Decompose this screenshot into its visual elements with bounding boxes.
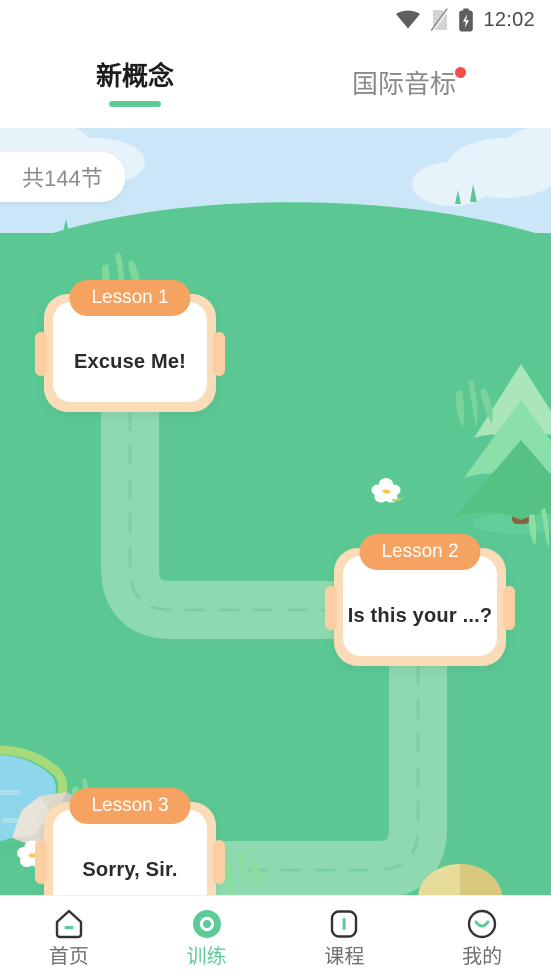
course-icon <box>331 910 358 938</box>
lesson-card-2-ear-left <box>325 586 337 630</box>
lesson-card-3-ear-left <box>35 840 47 884</box>
lesson-card-2-frame: Is this your ...? Lesson 2 <box>325 534 515 666</box>
lesson-card-1-pill: Lesson 1 <box>69 280 191 316</box>
app-root: 12:02 新概念 国际音标 共144节 Excuse Me! Lesson 1… <box>0 0 551 979</box>
lesson-card-3-pill: Lesson 3 <box>69 788 191 824</box>
nav-item-training[interactable]: 训练 <box>138 907 276 968</box>
sim-off-icon <box>430 8 450 32</box>
scene-background-art <box>0 128 551 895</box>
home-icon <box>55 909 83 939</box>
nav-item-profile-label: 我的 <box>462 946 503 968</box>
lesson-map-scene: 共144节 Excuse Me! Lesson 1 Is this your .… <box>0 128 551 895</box>
nav-item-home-label: 首页 <box>48 946 89 968</box>
training-icon <box>192 910 221 938</box>
lesson-card-2-title: Is this your ...? <box>347 604 493 627</box>
nav-item-profile[interactable]: 我的 <box>413 907 551 968</box>
lesson-card-2-body: Is this your ...? <box>343 556 497 656</box>
lesson-card-1-title: Excuse Me! <box>73 350 187 373</box>
lesson-card-2-ear-right <box>503 586 515 630</box>
lesson-card-1-body: Excuse Me! <box>53 302 207 402</box>
nav-item-home[interactable]: 首页 <box>0 907 138 968</box>
status-bar: 12:02 <box>0 0 551 40</box>
lesson-card-1-ear-left <box>35 332 47 376</box>
profile-icon <box>467 909 497 939</box>
tab-new-concept[interactable]: 新概念 <box>96 61 174 107</box>
lesson-card-3-frame: Sorry, Sir. Lesson 3 <box>35 788 225 895</box>
tab-active-indicator <box>109 101 161 107</box>
nav-item-course[interactable]: 课程 <box>276 907 414 968</box>
tab-notification-dot <box>455 67 467 78</box>
tab-phonetics[interactable]: 国际音标 <box>352 67 467 99</box>
lesson-card-1[interactable]: Excuse Me! Lesson 1 <box>35 280 225 412</box>
battery-charging-icon <box>459 8 474 32</box>
lesson-card-2[interactable]: Is this your ...? Lesson 2 <box>325 534 515 666</box>
status-bar-time: 12:02 <box>483 8 535 31</box>
lesson-card-3-ear-right <box>213 840 225 884</box>
bottom-navigation-bar: 首页 训练 课程 我的 <box>0 895 551 979</box>
lesson-card-1-ear-right <box>213 332 225 376</box>
lesson-count-badge: 共144节 <box>0 152 125 202</box>
lesson-card-3[interactable]: Sorry, Sir. Lesson 3 <box>35 788 225 895</box>
wifi-icon <box>396 10 421 29</box>
nav-item-training-label: 训练 <box>186 946 227 968</box>
nav-item-course-label: 课程 <box>324 946 365 968</box>
lesson-card-2-pill: Lesson 2 <box>359 534 481 570</box>
tab-new-concept-label: 新概念 <box>96 61 175 91</box>
top-tab-bar: 新概念 国际音标 <box>0 40 551 128</box>
lesson-card-1-frame: Excuse Me! Lesson 1 <box>35 280 225 412</box>
tab-phonetics-label: 国际音标 <box>352 69 457 99</box>
lesson-card-3-title: Sorry, Sir. <box>82 858 178 881</box>
